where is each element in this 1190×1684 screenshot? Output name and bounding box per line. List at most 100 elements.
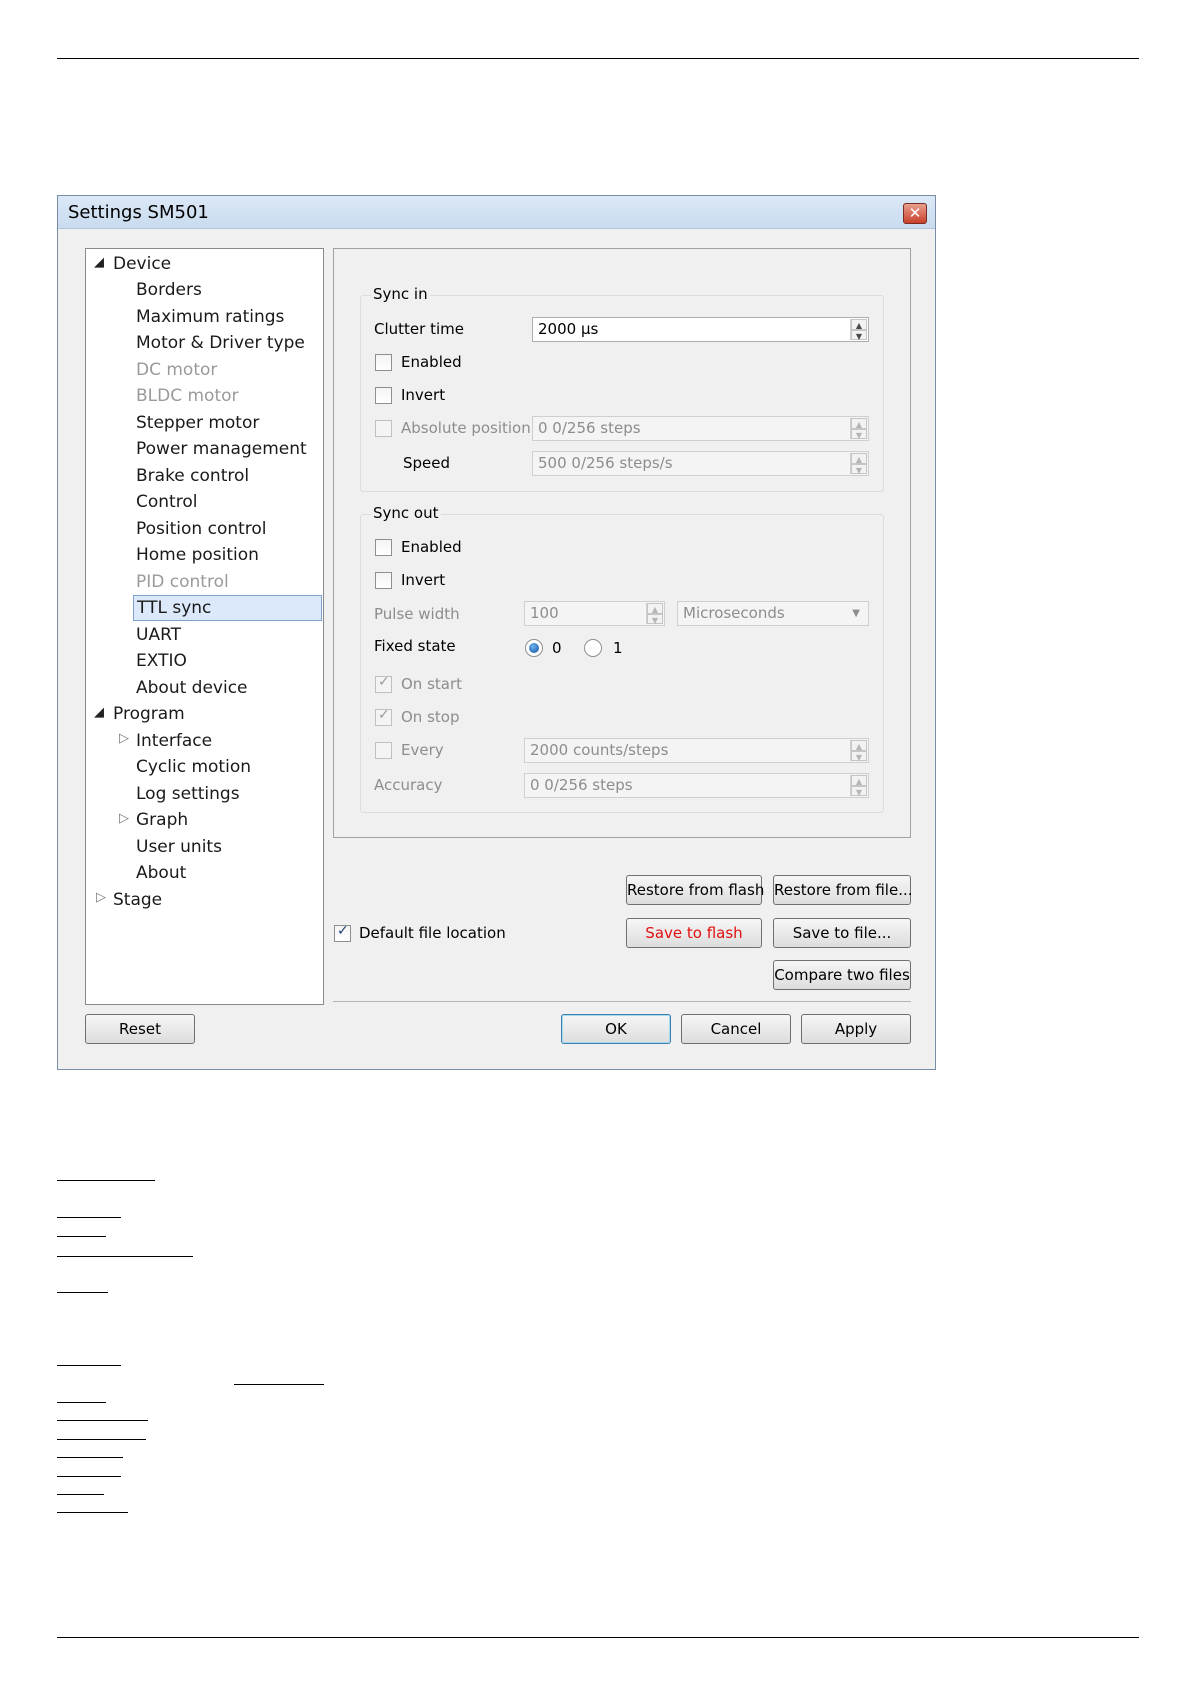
link-underline[interactable] xyxy=(57,1217,121,1218)
spin-up-icon: ▲ xyxy=(851,775,867,786)
on-start-label: On start xyxy=(401,675,463,693)
speed-value: 500 0/256 steps/s xyxy=(538,454,673,472)
sync-in-title: Sync in xyxy=(371,285,430,303)
link-underline[interactable] xyxy=(57,1256,193,1257)
tree-item-borders[interactable]: Borders xyxy=(136,277,202,303)
link-underline[interactable] xyxy=(57,1292,108,1293)
check-icon: ✓ xyxy=(378,707,390,723)
tree-item-dc-motor: DC motor xyxy=(136,360,218,380)
save-to-flash-button[interactable]: Save to flash xyxy=(626,918,762,948)
tree-item-motor-driver-type[interactable]: Motor & Driver type xyxy=(136,330,305,356)
tree-item-interface[interactable]: Interface xyxy=(136,728,212,754)
absolute-position-value: 0 0/256 steps xyxy=(538,419,641,437)
clutter-time-input[interactable]: 2000 µs ▲ ▼ xyxy=(532,317,869,342)
sync-out-enabled-label: Enabled xyxy=(401,538,462,556)
collapsed-arrow-icon[interactable]: ▷ xyxy=(119,731,129,746)
expanded-arrow-icon[interactable]: ◢ xyxy=(94,705,104,720)
speed-input: 500 0/256 steps/s ▲ ▼ xyxy=(532,451,869,476)
tree-item-cyclic-motion[interactable]: Cyclic motion xyxy=(136,754,251,780)
link-underline[interactable] xyxy=(57,1476,121,1477)
tree-item-stepper-motor[interactable]: Stepper motor xyxy=(136,410,259,436)
default-file-location-checkbox[interactable]: ✓ xyxy=(334,923,351,942)
link-underline[interactable] xyxy=(57,1402,106,1403)
link-underline[interactable] xyxy=(57,1494,104,1495)
tree-item-extio[interactable]: EXTIO xyxy=(136,648,187,674)
title-bar[interactable]: Settings SM501 ✕ xyxy=(58,196,935,229)
link-underline[interactable] xyxy=(234,1384,324,1385)
expanded-arrow-icon[interactable]: ◢ xyxy=(94,255,104,270)
spin-up-icon: ▲ xyxy=(851,418,867,429)
link-underline[interactable] xyxy=(57,1420,148,1421)
ok-button[interactable]: OK xyxy=(561,1014,671,1044)
tree-item-program[interactable]: Program xyxy=(113,701,185,727)
tree-item-home-position[interactable]: Home position xyxy=(136,542,259,568)
tree-item-control[interactable]: Control xyxy=(136,489,197,515)
sync-in-enabled-checkbox[interactable] xyxy=(375,354,392,371)
tree-item-uart[interactable]: UART xyxy=(136,622,181,648)
compare-two-files-button[interactable]: Compare two files xyxy=(773,960,911,990)
spin-down-icon: ▼ xyxy=(851,750,867,762)
sync-in-invert-checkbox[interactable] xyxy=(375,387,392,404)
restore-from-flash-button[interactable]: Restore from flash xyxy=(626,875,764,905)
tree-item-log-settings[interactable]: Log settings xyxy=(136,781,240,807)
link-underline[interactable] xyxy=(57,1365,121,1366)
tree-item-stage[interactable]: Stage xyxy=(113,887,162,913)
settings-tree[interactable]: ◢ Device Borders Maximum ratings Motor &… xyxy=(85,248,324,1005)
check-icon: ✓ xyxy=(337,923,349,939)
accuracy-label: Accuracy xyxy=(374,776,443,794)
sync-out-invert-checkbox[interactable] xyxy=(375,572,392,589)
sync-out-enabled-checkbox[interactable] xyxy=(375,539,392,556)
fixed-state-0-radio[interactable] xyxy=(525,639,543,657)
link-underline[interactable] xyxy=(57,1512,128,1513)
absolute-position-checkbox xyxy=(375,420,392,437)
pulse-width-label: Pulse width xyxy=(374,605,460,623)
every-value: 2000 counts/steps xyxy=(530,741,669,759)
spin-up-icon: ▲ xyxy=(647,603,663,614)
tree-item-position-control[interactable]: Position control xyxy=(136,516,267,542)
tree-item-about-device[interactable]: About device xyxy=(136,675,248,701)
link-underline[interactable] xyxy=(57,1439,146,1440)
window-title: Settings SM501 xyxy=(68,202,209,223)
speed-spinner: ▲ ▼ xyxy=(850,453,867,475)
spin-down-icon: ▼ xyxy=(647,613,663,625)
accuracy-input: 0 0/256 steps ▲ ▼ xyxy=(524,773,869,798)
tree-item-about[interactable]: About xyxy=(136,860,186,886)
tree-item-maximum-ratings[interactable]: Maximum ratings xyxy=(136,304,284,330)
collapsed-arrow-icon[interactable]: ▷ xyxy=(119,811,129,826)
save-to-file-button[interactable]: Save to file... xyxy=(773,918,911,948)
default-file-location-label: Default file location xyxy=(359,924,506,942)
spin-down-icon[interactable]: ▼ xyxy=(851,329,867,341)
sync-out-group xyxy=(360,514,884,813)
page-top-rule xyxy=(57,58,1139,59)
tree-item-graph[interactable]: Graph xyxy=(136,807,188,833)
tree-item-device[interactable]: Device xyxy=(113,251,171,277)
check-icon: ✓ xyxy=(378,674,390,690)
link-underline[interactable] xyxy=(57,1457,123,1458)
tree-item-power-management[interactable]: Power management xyxy=(136,436,307,462)
chevron-down-icon: ▼ xyxy=(852,608,860,619)
speed-label: Speed xyxy=(403,454,451,472)
apply-button[interactable]: Apply xyxy=(801,1014,911,1044)
reset-button[interactable]: Reset xyxy=(85,1014,195,1044)
link-underline[interactable] xyxy=(57,1236,106,1237)
cancel-button[interactable]: Cancel xyxy=(681,1014,791,1044)
close-icon[interactable]: ✕ xyxy=(903,203,927,224)
spin-up-icon: ▲ xyxy=(851,740,867,751)
tree-item-ttl-sync[interactable]: TTL sync xyxy=(133,595,322,621)
fixed-state-1-radio[interactable] xyxy=(584,639,602,657)
absolute-position-input: 0 0/256 steps ▲ ▼ xyxy=(532,416,869,441)
fixed-state-1-label: 1 xyxy=(613,639,623,657)
restore-from-file-button[interactable]: Restore from file... xyxy=(773,875,913,905)
clutter-time-spinner[interactable]: ▲ ▼ xyxy=(850,319,867,341)
tree-item-user-units[interactable]: User units xyxy=(136,834,222,860)
sync-out-title: Sync out xyxy=(371,504,441,522)
tree-item-brake-control[interactable]: Brake control xyxy=(136,463,249,489)
sync-in-enabled-label: Enabled xyxy=(401,353,462,371)
spin-down-icon: ▼ xyxy=(851,463,867,475)
spin-down-icon: ▼ xyxy=(851,785,867,797)
spin-up-icon[interactable]: ▲ xyxy=(851,319,867,330)
pulse-width-unit-select: Microseconds ▼ xyxy=(677,601,869,626)
collapsed-arrow-icon[interactable]: ▷ xyxy=(96,890,106,905)
link-underline[interactable] xyxy=(57,1180,155,1181)
pulse-width-spinner: ▲ ▼ xyxy=(646,603,663,625)
